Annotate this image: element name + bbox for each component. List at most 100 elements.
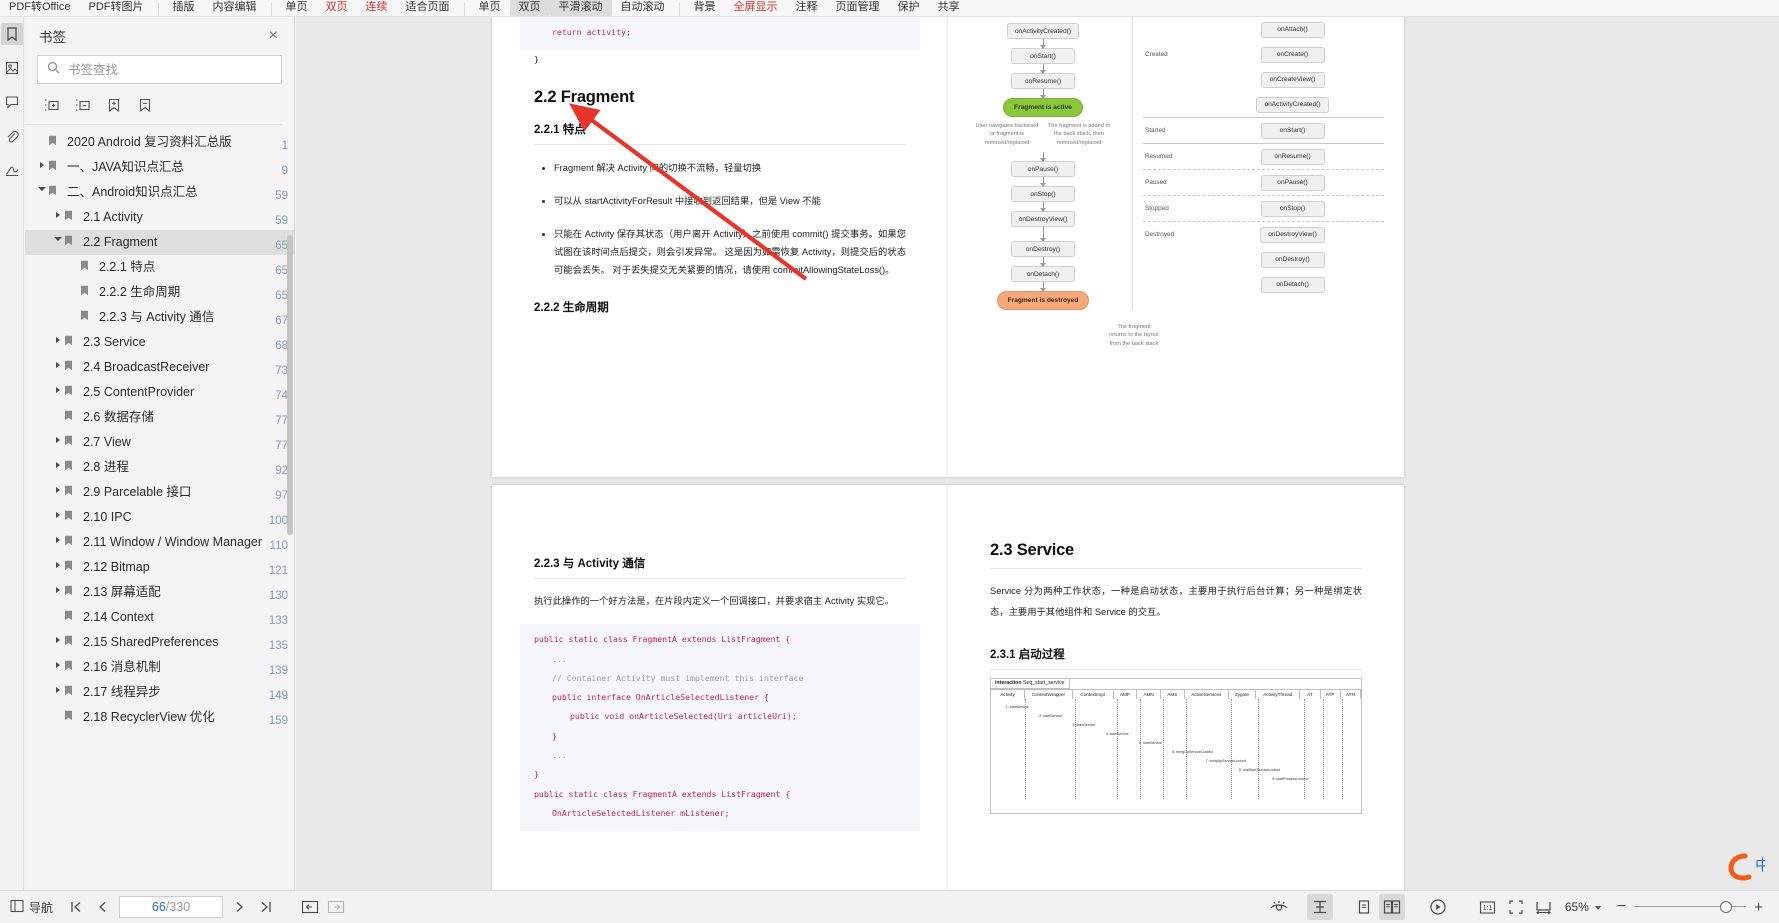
chevron-right-icon[interactable] xyxy=(51,480,64,493)
bookmark-item[interactable]: 2.2.1 特点 65 xyxy=(25,255,294,280)
play-presentation-icon[interactable] xyxy=(1425,894,1451,920)
code-line: ... xyxy=(552,653,567,664)
chevron-right-icon[interactable] xyxy=(51,380,64,393)
bookmark-item[interactable]: 2.7 View 77 xyxy=(25,430,294,455)
toolbar-item[interactable]: 平滑滚动 xyxy=(549,0,612,16)
last-page-icon[interactable] xyxy=(253,894,279,920)
split-view-icon[interactable] xyxy=(1306,894,1333,920)
bookmark-tree[interactable]: 2020 Android 复习资料汇总版 1 一、JAVA知识点汇总 9 二、Andro… xyxy=(25,125,294,890)
first-page-icon[interactable] xyxy=(63,894,89,920)
chevron-down-icon[interactable] xyxy=(51,230,64,241)
chevron-right-icon[interactable] xyxy=(35,155,48,168)
toolbar-item[interactable]: 共享 xyxy=(929,0,969,16)
bookmark-item[interactable]: 2.2.2 生命周期 65 xyxy=(25,280,294,305)
bookmark-search-box[interactable] xyxy=(37,55,282,84)
bookmark-item[interactable]: 二、Android知识点汇总 59 xyxy=(25,180,294,205)
chevron-right-icon[interactable] xyxy=(51,430,64,443)
bookmark-item[interactable]: 2.5 ContentProvider 74 xyxy=(25,380,294,405)
zoom-out-button[interactable]: − xyxy=(1611,899,1632,915)
code-line: ... xyxy=(552,749,567,760)
chevron-right-icon[interactable] xyxy=(51,655,64,668)
bookmark-item[interactable]: 一、JAVA知识点汇总 9 xyxy=(25,155,294,180)
chevron-right-icon[interactable] xyxy=(51,330,64,343)
add-bookmark-icon[interactable] xyxy=(103,94,125,116)
toolbar-item[interactable]: 页面管理 xyxy=(827,0,889,16)
back-arrow-icon[interactable] xyxy=(297,894,323,920)
forward-arrow-icon[interactable] xyxy=(323,894,349,920)
toolbar-item[interactable]: 单页 xyxy=(277,0,317,16)
bookmark-item[interactable]: 2.4 BroadcastReceiver 73 xyxy=(25,355,294,380)
bookmark-item[interactable]: 2.10 IPC 100 xyxy=(25,505,294,530)
bookmark-item[interactable]: 2.3 Service 68 xyxy=(25,330,294,355)
toolbar-item[interactable]: 连续 xyxy=(357,0,397,16)
toolbar-item[interactable]: 适合页面 xyxy=(397,0,459,16)
bookmark-item[interactable]: 2.16 消息机制 139 xyxy=(25,655,294,680)
bookmark-item[interactable]: 2.11 Window / Window Manager 110 xyxy=(25,530,294,555)
bookmark-item[interactable]: 2.2 Fragment 65 xyxy=(25,230,294,255)
actual-size-icon[interactable]: 1:1 xyxy=(1475,894,1501,920)
chevron-right-icon[interactable] xyxy=(51,555,64,568)
zoom-level-value[interactable]: 65% xyxy=(1559,900,1591,914)
zoom-slider-knob[interactable] xyxy=(1720,901,1733,913)
thumbnail-icon[interactable] xyxy=(1,57,23,79)
chevron-right-icon[interactable] xyxy=(51,355,64,368)
bookmark-icon[interactable] xyxy=(0,23,23,45)
fragment-state-diagram: onAttach() Created onCreate() onCreateView(… xyxy=(1132,17,1384,311)
signature-icon[interactable] xyxy=(1,159,23,181)
toolbar-item[interactable]: 内容编辑 xyxy=(204,0,266,16)
chevron-right-icon[interactable] xyxy=(51,530,64,543)
toolbar-item[interactable]: 自动滚动 xyxy=(612,0,674,16)
bookmark-item[interactable]: 2.13 屏幕适配 130 xyxy=(25,580,294,605)
chevron-right-icon[interactable] xyxy=(51,580,64,593)
toolbar-item[interactable]: 双页 xyxy=(509,0,550,16)
next-page-icon[interactable] xyxy=(227,894,253,920)
eye-icon[interactable] xyxy=(1265,894,1293,920)
close-icon[interactable]: × xyxy=(265,26,282,46)
bookmark-item[interactable]: 2.8 进程 92 xyxy=(25,455,294,480)
toolbar-item[interactable]: 全屏显示 xyxy=(725,0,787,16)
bookmark-item[interactable]: 2.9 Parcelable 接口 97 xyxy=(25,480,294,505)
bookmark-item[interactable]: 2.15 SharedPreferences 135 xyxy=(25,630,294,655)
delete-bookmark-icon[interactable] xyxy=(134,94,156,116)
bookmark-item[interactable]: 2.14 Context 133 xyxy=(25,605,294,630)
fit-page-icon[interactable] xyxy=(1503,894,1529,920)
bookmark-scrollbar[interactable] xyxy=(287,235,293,535)
toolbar-item[interactable]: 背景 xyxy=(685,0,725,16)
toolbar-item[interactable]: 保护 xyxy=(889,0,929,16)
chevron-right-icon[interactable] xyxy=(51,455,64,468)
double-page-icon[interactable] xyxy=(1378,894,1405,920)
bookmark-item[interactable]: 2.1 Activity 59 xyxy=(25,205,294,230)
toolbar-item[interactable]: PDF转图片 xyxy=(80,0,153,16)
chevron-right-icon[interactable] xyxy=(51,505,64,518)
bookmark-item[interactable]: 2.12 Bitmap 121 xyxy=(25,555,294,580)
comment-icon[interactable] xyxy=(1,91,23,113)
chevron-down-icon[interactable] xyxy=(35,180,48,191)
fit-width-icon[interactable] xyxy=(1531,894,1557,920)
single-page-icon[interactable] xyxy=(1351,894,1377,920)
prev-page-icon[interactable] xyxy=(89,894,115,920)
page-number-input[interactable]: 66 / 330 xyxy=(119,896,224,918)
chevron-right-icon[interactable] xyxy=(51,630,64,643)
bookmark-item[interactable]: 2020 Android 复习资料汇总版 1 xyxy=(25,130,294,155)
chevron-right-icon[interactable] xyxy=(51,205,64,218)
collapse-all-icon[interactable] xyxy=(72,94,94,116)
chevron-down-icon[interactable] xyxy=(1594,906,1601,910)
attachment-icon[interactable] xyxy=(1,125,23,147)
bookmark-search-input[interactable] xyxy=(68,62,272,77)
document-viewport[interactable]: return activity; } 2.2 Fragment 2.2.1 特点… xyxy=(296,17,1779,890)
toolbar-item[interactable]: 注释 xyxy=(787,0,827,16)
expand-all-icon[interactable] xyxy=(41,94,63,116)
bookmark-item[interactable]: 2.18 RecyclerView 优化 159 xyxy=(25,705,294,730)
zoom-in-button[interactable]: + xyxy=(1748,900,1769,915)
current-page-number: 66 xyxy=(151,900,166,914)
bookmark-item[interactable]: 2.6 数据存储 77 xyxy=(25,405,294,430)
chevron-right-icon[interactable] xyxy=(51,680,64,693)
bookmark-item[interactable]: 2.17 线程异步 149 xyxy=(25,680,294,705)
toolbar-item[interactable]: PDF转Office xyxy=(0,0,80,16)
toolbar-item[interactable]: 插版 xyxy=(164,0,204,16)
bookmark-item[interactable]: 2.2.3 与 Activity 通信 67 xyxy=(25,305,294,330)
toolbar-item[interactable]: 双页 xyxy=(317,0,357,16)
navigation-toggle[interactable]: 导航 xyxy=(6,899,63,916)
toolbar-item[interactable]: 单页 xyxy=(470,0,510,16)
zoom-slider[interactable] xyxy=(1634,900,1747,914)
